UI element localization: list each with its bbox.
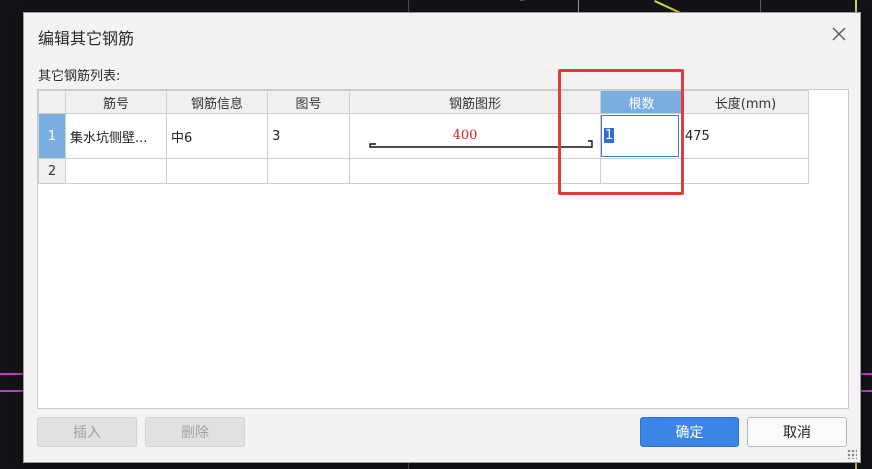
- column-header-length[interactable]: 长度(mm): [682, 90, 809, 114]
- close-icon: [832, 27, 846, 41]
- cell-length[interactable]: [682, 158, 809, 184]
- column-header-shape[interactable]: 钢筋图形: [349, 90, 601, 114]
- cell-length[interactable]: 475: [682, 113, 809, 159]
- cell-shape[interactable]: 400: [349, 113, 601, 159]
- cell-shape[interactable]: [349, 158, 601, 184]
- dialog-title: 编辑其它钢筋: [38, 29, 135, 48]
- insert-button[interactable]: 插入: [37, 417, 137, 447]
- table-row: 2: [38, 158, 809, 184]
- column-header-bar-no[interactable]: 筋号: [65, 90, 167, 114]
- cell-bar-no[interactable]: [65, 158, 167, 184]
- cell-shape-no[interactable]: 3: [267, 113, 350, 159]
- column-header-bar-info[interactable]: 钢筋信息: [166, 90, 268, 114]
- background-line: [860, 373, 872, 375]
- rebar-grid[interactable]: 筋号 钢筋信息 图号 钢筋图形 根数 长度(mm) 1 集水坑侧壁... 中6 …: [37, 89, 849, 409]
- cell-bar-info[interactable]: 中6: [166, 113, 268, 159]
- background-line: [860, 390, 872, 392]
- shape-dimension-label: 400: [453, 128, 478, 143]
- table-row: 1 集水坑侧壁... 中6 3 400 1 475: [38, 113, 809, 159]
- cell-bar-no[interactable]: 集水坑侧壁...: [65, 113, 167, 159]
- cell-bar-info[interactable]: [166, 158, 268, 184]
- delete-button[interactable]: 删除: [145, 417, 245, 447]
- edit-other-rebar-dialog: 编辑其它钢筋 其它钢筋列表: 筋号 钢筋信息 图号 钢筋图形 根数 长度(mm): [23, 12, 861, 463]
- corner-header[interactable]: [38, 90, 66, 114]
- column-header-shape-no[interactable]: 图号: [267, 90, 350, 114]
- close-button[interactable]: [830, 25, 848, 43]
- rebar-shape-diagram: 400: [369, 128, 593, 148]
- cell-count[interactable]: 1: [600, 113, 683, 159]
- column-header-count[interactable]: 根数: [600, 90, 683, 114]
- rebar-table: 筋号 钢筋信息 图号 钢筋图形 根数 长度(mm) 1 集水坑侧壁... 中6 …: [38, 90, 809, 184]
- count-value: 1: [604, 128, 615, 143]
- row-header[interactable]: 2: [38, 158, 66, 184]
- cell-shape-no[interactable]: [267, 158, 350, 184]
- list-label: 其它钢筋列表:: [38, 69, 121, 84]
- count-edit-field[interactable]: 1: [601, 115, 679, 157]
- ok-button[interactable]: 确定: [640, 417, 739, 447]
- row-header[interactable]: 1: [38, 113, 66, 159]
- cancel-button[interactable]: 取消: [747, 417, 847, 447]
- resize-grip-icon[interactable]: [847, 449, 857, 459]
- cell-count[interactable]: [600, 158, 683, 184]
